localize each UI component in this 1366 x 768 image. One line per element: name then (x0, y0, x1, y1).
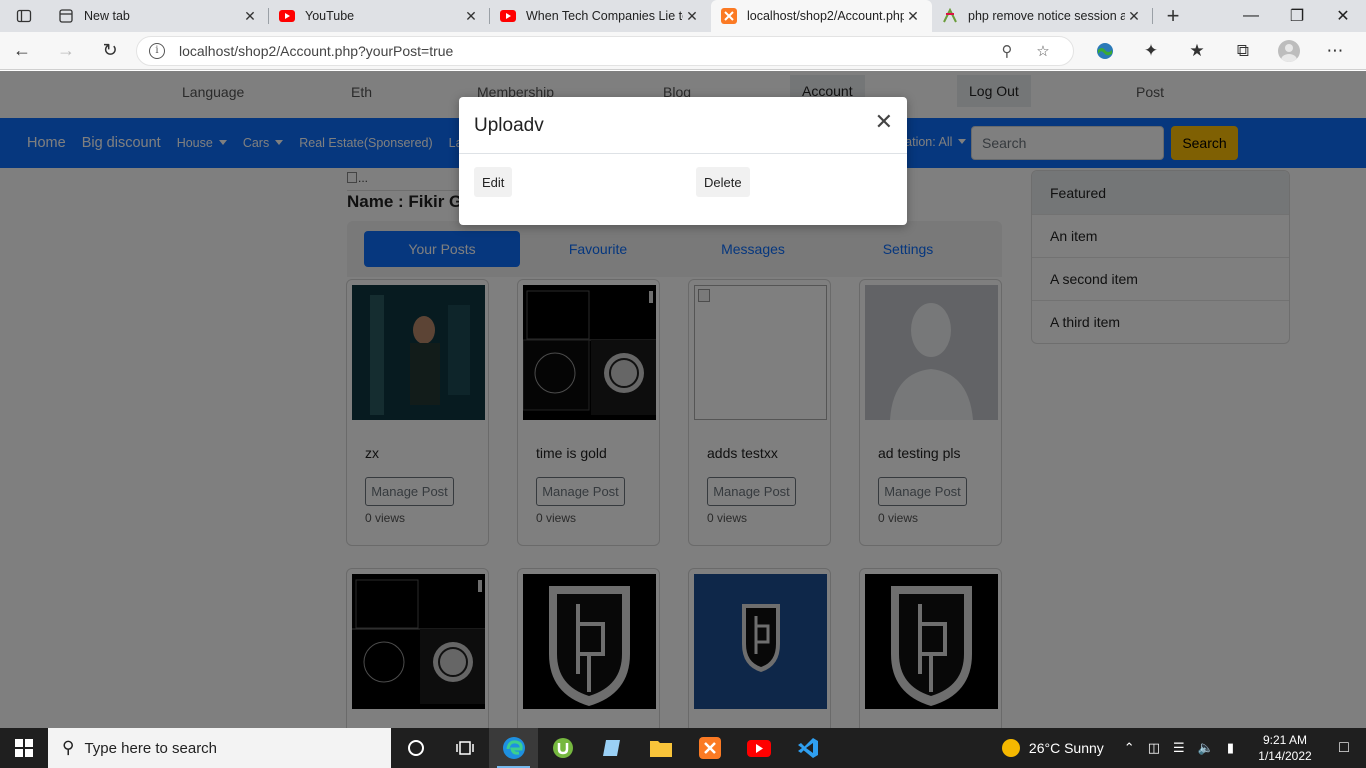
tab-title: New tab (84, 9, 130, 23)
modal-title: Uploadv (474, 115, 544, 136)
battery-icon[interactable]: ▮ (1227, 740, 1234, 756)
taskbar-vscode[interactable] (783, 728, 832, 768)
browser-tab-video[interactable]: When Tech Companies Lie to ✕ (490, 0, 711, 32)
meet-now-icon[interactable]: ◫ (1148, 740, 1160, 756)
tab-title: php remove notice session al (968, 9, 1125, 23)
volume-icon[interactable]: 🔈 (1198, 740, 1214, 756)
edge-icon (502, 737, 525, 759)
clock[interactable]: 9:21 AM 1/14/2022 (1248, 732, 1322, 764)
minimize-icon[interactable]: — (1228, 0, 1274, 32)
close-icon[interactable]: ✕ (875, 109, 893, 135)
clock-date: 1/14/2022 (1258, 749, 1312, 763)
cortana-button[interactable] (391, 728, 440, 768)
tab-title: When Tech Companies Lie to (526, 9, 683, 23)
task-view-button[interactable] (440, 728, 489, 768)
modal-header: Uploadv ✕ (459, 97, 907, 154)
profile-avatar-icon (1278, 39, 1300, 62)
utorrent-icon (552, 738, 573, 758)
tab-actions-icon (16, 9, 32, 23)
browser-tab-php[interactable]: php remove notice session al ✕ (932, 0, 1153, 32)
url-text[interactable]: localhost/shop2/Account.php?yourPost=tru… (179, 43, 989, 59)
edit-button[interactable]: Edit (474, 167, 513, 197)
back-arrow-icon: ← (13, 40, 31, 60)
forward-arrow-icon: → (57, 40, 75, 60)
refresh-icon: ↻ (102, 40, 118, 60)
modal-body: Edit Delete (459, 154, 907, 224)
tab-close-icon[interactable]: ✕ (1125, 8, 1143, 25)
address-bar[interactable]: i localhost/shop2/Account.php?yourPost=t… (136, 35, 1074, 66)
windows-taskbar: ⚲ Type here to search 26°C Sunny ⌃ ◫ ☰ 🔈… (0, 728, 1366, 768)
chevron-up-icon[interactable]: ⌃ (1124, 740, 1135, 756)
cortana-icon (407, 740, 424, 756)
taskbar-notes[interactable] (587, 728, 636, 768)
xampp-icon (698, 737, 721, 759)
xampp-icon (721, 8, 737, 24)
tab-close-icon[interactable]: ✕ (241, 8, 259, 25)
notes-icon (602, 740, 620, 756)
youtube-icon (500, 8, 516, 24)
delete-button[interactable]: Delete (696, 167, 750, 197)
add-favorite-icon[interactable]: ☆ (1025, 42, 1061, 60)
taskbar-search-placeholder: Type here to search (84, 739, 218, 757)
youtube-icon (746, 739, 771, 757)
zoom-icon[interactable]: ⚲ (989, 42, 1025, 60)
browser-tab-newtab[interactable]: New tab ✕ (48, 0, 269, 32)
windows-logo-icon (15, 739, 33, 757)
forward-button[interactable]: → (44, 40, 88, 61)
taskbar-youtube[interactable] (734, 728, 783, 768)
system-tray: 26°C Sunny ⌃ ◫ ☰ 🔈 ▮ 9:21 AM 1/14/2022 □ (1001, 728, 1366, 768)
address-toolbar: ← → ↻ i localhost/shop2/Account.php?your… (0, 32, 1366, 70)
clock-time: 9:21 AM (1262, 733, 1308, 747)
vscode-icon (797, 738, 818, 758)
weather-text[interactable]: 26°C Sunny (1029, 740, 1104, 756)
extension-globe-icon[interactable] (1082, 41, 1128, 61)
search-icon: ⚲ (62, 738, 75, 757)
browser-tab-youtube[interactable]: YouTube ✕ (269, 0, 490, 32)
taskbar-search[interactable]: ⚲ Type here to search (48, 728, 391, 768)
post-modal: Uploadv ✕ Edit Delete (459, 97, 907, 225)
tab-close-icon[interactable]: ✕ (904, 8, 922, 25)
start-button[interactable] (0, 739, 48, 757)
site-info-icon[interactable]: i (149, 42, 165, 59)
close-window-icon[interactable]: ✕ (1320, 0, 1366, 32)
taskbar-edge[interactable] (489, 728, 538, 768)
back-button[interactable]: ← (0, 40, 44, 61)
weather-sun-icon (1001, 739, 1020, 757)
tab-title: YouTube (305, 9, 355, 23)
tab-close-icon[interactable]: ✕ (462, 8, 480, 25)
more-menu-icon[interactable]: ⋯ (1312, 41, 1358, 61)
restore-icon[interactable]: ❐ (1274, 0, 1320, 32)
notification-icon[interactable]: □ (1322, 739, 1366, 757)
youtube-icon (279, 8, 295, 24)
window-controls: — ❐ ✕ (1228, 0, 1366, 32)
refresh-button[interactable]: ↻ (88, 40, 132, 61)
browser-tab-bar: New tab ✕ YouTube ✕ When Tech Companies … (0, 0, 1366, 32)
tab-actions-button[interactable] (0, 0, 48, 32)
php-icon (942, 8, 958, 24)
tab-close-icon[interactable]: ✕ (683, 8, 701, 25)
wifi-icon[interactable]: ☰ (1173, 740, 1185, 756)
collections-icon[interactable]: ⧉ (1220, 41, 1266, 61)
new-tab-button[interactable]: + (1153, 0, 1193, 32)
favorites-icon[interactable]: ★ (1174, 41, 1220, 61)
newtab-icon (58, 8, 74, 24)
browser-tab-active[interactable]: localhost/shop2/Account.php ✕ (711, 0, 932, 32)
profile-button[interactable] (1266, 39, 1312, 62)
plus-icon: + (1166, 3, 1180, 28)
taskbar-utorrent[interactable] (538, 728, 587, 768)
task-view-icon (455, 741, 474, 755)
tab-title: localhost/shop2/Account.php (747, 9, 904, 23)
taskbar-xampp[interactable] (685, 728, 734, 768)
taskbar-file-explorer[interactable] (636, 728, 685, 768)
extensions-icon[interactable]: ✦ (1128, 41, 1174, 61)
folder-icon (649, 741, 672, 757)
